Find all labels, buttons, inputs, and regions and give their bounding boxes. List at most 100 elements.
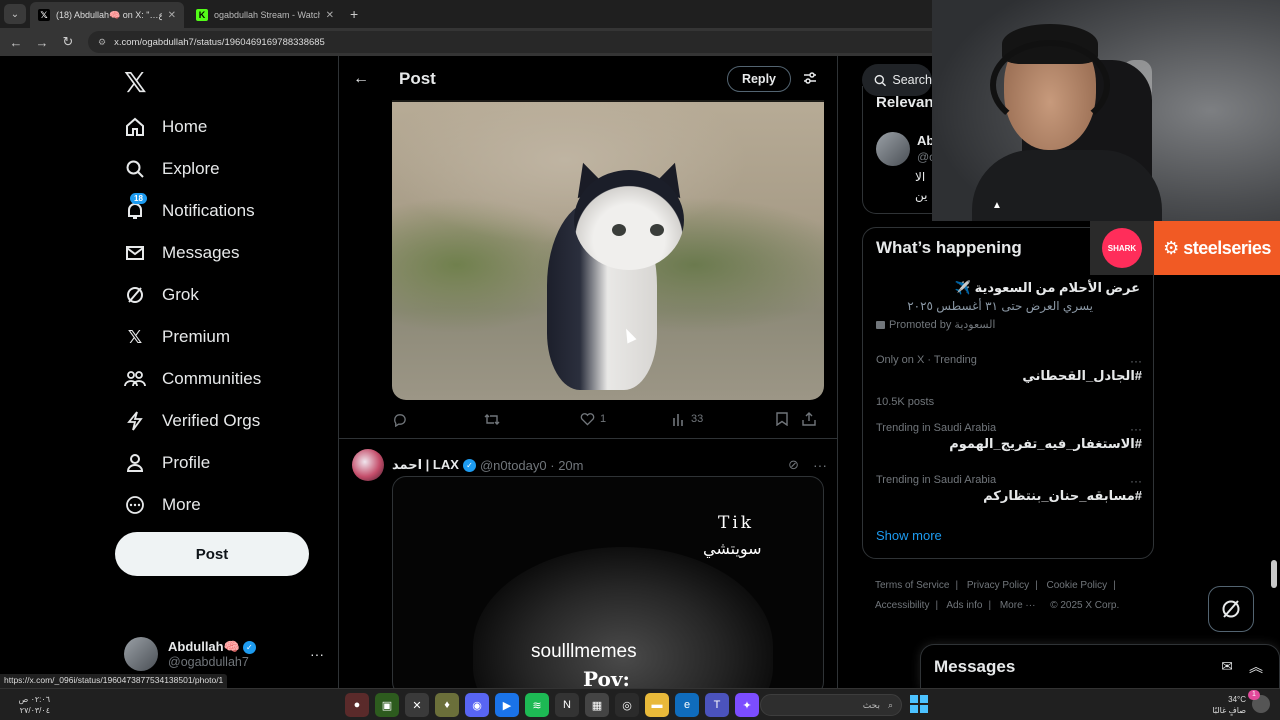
store-icon[interactable]: ▦ [585, 693, 609, 717]
nav-premium[interactable]: 𝕏 Premium [124, 322, 230, 352]
chrome-icon[interactable]: ◎ [615, 693, 639, 717]
obs-icon[interactable]: ● [345, 693, 369, 717]
footer-link[interactable]: More ··· [1000, 600, 1036, 611]
edge-icon[interactable]: e [675, 693, 699, 717]
search-icon [874, 74, 887, 86]
x-icon: 𝕏 [127, 326, 143, 347]
avatar[interactable] [352, 449, 384, 481]
settings-sliders-icon[interactable] [803, 71, 817, 88]
more-icon[interactable]: ··· [813, 457, 827, 473]
trend-item[interactable]: Only on X · Trending ··· #الجادل_القحطان… [876, 354, 1142, 408]
grok-floating-button[interactable] [1208, 586, 1254, 632]
sponsor-badge-logo: SHARK [1102, 228, 1142, 268]
reply-author-row[interactable]: احمد | LAX ✓ [392, 457, 476, 473]
nav-messages[interactable]: Messages [124, 238, 239, 268]
back-arrow-icon[interactable]: ← [6, 35, 26, 50]
game-icon[interactable]: ♦ [435, 693, 459, 717]
post-image-cat[interactable] [392, 100, 824, 400]
url-field[interactable]: ⚙ x.com/ogabdullah7/status/1960469169788… [88, 31, 988, 53]
trend-item[interactable]: Trending in Saudi Arabia ··· #الاستغفار_… [876, 422, 1142, 452]
footer-link[interactable]: Ads info [946, 600, 982, 611]
promoted-trend-title[interactable]: عرض الأحلام من السعودية ✈️ [955, 280, 1140, 296]
back-arrow-icon[interactable]: ← [353, 70, 373, 88]
tab-close-icon[interactable]: ✕ [168, 10, 176, 21]
analytics-icon [673, 413, 683, 426]
account-more-icon[interactable]: ··· [310, 646, 324, 662]
reply-time[interactable]: · 20m [550, 458, 583, 473]
account-switcher[interactable]: Abdullah🧠 ✓ @ogabdullah7 ··· [124, 634, 324, 674]
app-icon[interactable]: ▶ [495, 693, 519, 717]
video-caption: سويتشي [703, 541, 762, 558]
footer-link[interactable]: Privacy Policy [967, 580, 1029, 591]
teams-icon[interactable]: T [705, 693, 729, 717]
new-tab-button[interactable]: + [350, 6, 358, 22]
folder-icon[interactable]: ▬ [645, 693, 669, 717]
windows-start-icon[interactable] [910, 695, 928, 713]
account-name-row: Abdullah🧠 ✓ [168, 639, 300, 655]
more-icon[interactable]: ··· [1130, 354, 1142, 368]
nav-explore[interactable]: Explore [124, 154, 220, 184]
more-icon[interactable]: ··· [1130, 422, 1142, 436]
nav-more[interactable]: More [124, 490, 201, 520]
show-more-link[interactable]: Show more [876, 528, 942, 543]
relevant-bio: ين [915, 188, 928, 202]
nav-communities[interactable]: Communities [124, 364, 261, 394]
netflix-icon[interactable]: N [555, 693, 579, 717]
reload-icon[interactable]: ↻ [58, 34, 78, 50]
taskbar-search-input[interactable]: بحث ⌕ [760, 694, 902, 716]
whats-happening-card: What’s happening عرض الأحلام من السعودية… [862, 227, 1154, 559]
expand-up-icon[interactable]: ︽ [1249, 657, 1263, 677]
taskbar-clock[interactable]: ٠٢:٠٦ ص ٢٧/٠٣/٠٤ [10, 694, 50, 716]
xbox-icon[interactable]: ✕ [405, 693, 429, 717]
footer-link[interactable]: Accessibility [875, 600, 929, 611]
repost-action[interactable] [484, 412, 580, 427]
post-header: ← Post Reply [339, 56, 837, 102]
search-icon [124, 158, 146, 180]
reply-button[interactable]: Reply [726, 66, 791, 92]
new-message-icon[interactable]: ✉ [1221, 658, 1233, 675]
post-button[interactable]: Post [115, 532, 309, 576]
nav-label: Communities [162, 369, 262, 388]
site-info-icon[interactable]: ⚙ [98, 37, 106, 48]
x-favicon-icon: 𝕏 [38, 9, 50, 21]
scrollbar[interactable] [1271, 560, 1277, 588]
nav-home[interactable]: Home [124, 112, 207, 142]
reply-post-video[interactable]: Tik سويتشي soulllmemes Pov: [392, 476, 824, 688]
copilot-icon[interactable]: ✦ [735, 693, 759, 717]
forward-arrow-icon[interactable]: → [32, 35, 52, 50]
footer-link[interactable]: Terms of Service [875, 580, 949, 591]
nav-notifications[interactable]: 18 Notifications [124, 193, 255, 226]
people-icon [124, 368, 146, 390]
footer-link[interactable]: Cookie Policy [1047, 580, 1108, 591]
link-preview-status: https://x.com/_096i/status/1960473877534… [0, 674, 228, 688]
nvidia-icon[interactable]: ▣ [375, 693, 399, 717]
promoted-icon [876, 320, 885, 329]
browser-tab-active[interactable]: 𝕏 (18) Abdullah🧠 on X: "…قرآن ع" ✕ [30, 2, 184, 28]
bookmark-icon[interactable] [776, 412, 802, 426]
discord-icon[interactable]: ◉ [465, 693, 489, 717]
grok-icon[interactable]: ⊘ [788, 457, 799, 473]
spotify-icon[interactable]: ≋ [525, 693, 549, 717]
tab-close-icon[interactable]: ✕ [326, 10, 334, 21]
like-action[interactable]: 1 [580, 412, 672, 426]
search-input[interactable]: Search [862, 64, 932, 96]
views-action[interactable]: 33 [672, 413, 776, 426]
nav-label: Explore [162, 159, 220, 178]
x-logo-icon[interactable]: 𝕏 [124, 66, 147, 99]
share-icon[interactable] [802, 412, 816, 426]
nav-profile[interactable]: Profile [124, 448, 210, 478]
nav-grok[interactable]: Grok [124, 280, 199, 310]
tab-search-button[interactable]: ⌄ [4, 4, 26, 24]
url-text: x.com/ogabdullah7/status/196046916978833… [114, 36, 325, 48]
trend-item[interactable]: Trending in Saudi Arabia ··· #مسابقه_حنا… [876, 474, 1142, 504]
reply-action[interactable] [392, 412, 484, 427]
more-icon[interactable]: ··· [1130, 474, 1142, 488]
weather-widget[interactable]: 34°C صافٍ غالبًا [1206, 694, 1246, 716]
messages-drawer[interactable]: Messages ✉ ︽ [920, 644, 1280, 688]
verified-badge-icon: ✓ [242, 640, 256, 654]
avatar[interactable] [876, 132, 910, 166]
browser-tab[interactable]: K ogabdullah Stream - Watch Live ✕ [188, 2, 342, 28]
nav-verified-orgs[interactable]: Verified Orgs [124, 406, 260, 436]
main-column: ← Post Reply 1 33 احمد | LAX ✓ @n0today0… [338, 56, 838, 688]
steelseries-logo: ⚙ steelseries [1163, 237, 1271, 258]
